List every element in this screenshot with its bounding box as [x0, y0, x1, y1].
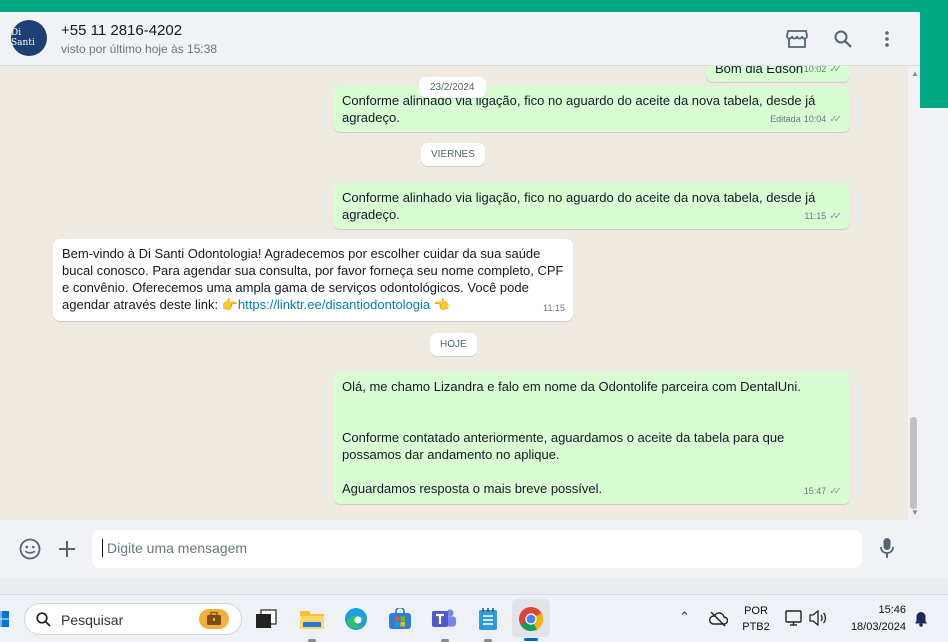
contact-avatar[interactable]: Di Santi	[11, 20, 47, 56]
message-time: 11:15	[804, 211, 827, 221]
scroll-up-arrow-icon[interactable]: ▲	[911, 69, 919, 78]
notepad-icon[interactable]	[473, 604, 503, 634]
onedrive-offline-icon[interactable]	[708, 611, 729, 632]
message-time: 11:15	[543, 303, 565, 313]
message-input[interactable]: Digite uma mensagem	[92, 530, 862, 568]
taskbar-search-box[interactable]: Pesquisar	[24, 603, 242, 635]
windows-start-icon[interactable]	[0, 604, 12, 634]
search-icon[interactable]	[832, 28, 854, 50]
message-text: Bom dia Edson	[715, 66, 804, 76]
notification-bell-icon[interactable]	[914, 611, 928, 632]
taskbar-search-label: Pesquisar	[61, 612, 124, 628]
network-icon[interactable]	[785, 610, 803, 631]
volume-icon[interactable]	[808, 609, 828, 631]
message-text: Conforme alinhado via ligação, fico no a…	[342, 190, 816, 222]
double-check-icon: ✓✓	[829, 66, 842, 75]
message-text: Conforme alinhado via ligação, fico no a…	[342, 93, 816, 125]
chrome-icon[interactable]	[516, 604, 546, 634]
avatar-logo-text: Di Santi	[11, 28, 35, 48]
keyboard-layout[interactable]: PTB2	[741, 621, 771, 633]
focused-app-indicator	[524, 638, 538, 641]
message-paragraph: Conforme contatado anteriormente, aguard…	[342, 430, 785, 462]
emoji-icon[interactable]	[19, 538, 41, 565]
message-meta: 10:02 ✓✓	[804, 66, 842, 78]
message-time: 10:04	[803, 114, 827, 124]
right-side-pane	[920, 12, 948, 594]
clock-time[interactable]: 15:46	[842, 604, 906, 616]
double-check-icon: ✓✓	[829, 114, 842, 125]
chevron-up-icon[interactable]: ⌃	[679, 609, 690, 625]
message-meta: Editada 10:04 ✓✓	[770, 111, 842, 128]
teams-icon[interactable]	[429, 604, 459, 634]
chat-messages-area[interactable]: Bom dia Edson 10:02 ✓✓ Conforme alinhado …	[0, 66, 920, 520]
message-time: 15:47	[803, 486, 827, 496]
message-paragraph: Aguardamos resposta o mais breve possíve…	[342, 481, 603, 496]
double-check-icon: ✓✓	[829, 486, 842, 497]
message-bubble-outgoing-partial[interactable]: Bom dia Edson 10:02 ✓✓	[706, 66, 850, 82]
message-bubble-outgoing[interactable]: Olá, me chamo Lizandra e falo em nome da…	[333, 372, 850, 504]
message-meta: 11:15	[543, 300, 565, 317]
edited-label: Editada	[770, 114, 801, 124]
input-language[interactable]: POR	[741, 605, 771, 617]
store-icon[interactable]	[385, 604, 415, 634]
edge-icon[interactable]	[341, 604, 371, 634]
catalog-icon[interactable]	[786, 28, 808, 50]
windows-taskbar: Pesquisar ⌃ POR PTB2 15:46 18/03/2024	[0, 594, 948, 642]
message-bubble-outgoing[interactable]: Conforme alinhado via ligação, fico no a…	[333, 183, 850, 229]
briefcase-icon	[199, 609, 229, 629]
date-divider: HOJE	[430, 333, 477, 356]
chat-scrollbar-thumb[interactable]	[910, 417, 917, 509]
message-time: 10:02	[803, 66, 827, 74]
window-bottom-edge	[0, 578, 948, 594]
microphone-icon[interactable]	[879, 537, 895, 564]
date-divider: 23/2/2024	[419, 77, 486, 98]
attach-plus-icon[interactable]	[58, 540, 76, 563]
contact-name[interactable]: +55 11 2816-4202	[61, 22, 182, 39]
message-meta: 15:47 ✓✓	[804, 483, 842, 500]
chat-header[interactable]: Di Santi +55 11 2816-4202 visto por últi…	[0, 12, 920, 66]
menu-icon[interactable]	[876, 28, 898, 50]
message-blank-lines	[342, 395, 842, 429]
message-meta: 11:15 ✓✓	[804, 208, 842, 225]
last-seen-status: visto por último hoje às 15:38	[61, 42, 218, 56]
clock-date[interactable]: 18/03/2024	[842, 621, 906, 633]
search-icon	[36, 612, 51, 627]
message-bubble-incoming[interactable]: Bem-vindo à Di Santi Odontologia! Agrade…	[53, 239, 573, 321]
message-link[interactable]: https://linktr.ee/disantiodontologia	[238, 297, 430, 312]
task-view-icon[interactable]	[251, 604, 281, 634]
message-bubble-outgoing[interactable]: Conforme alinhado via ligação, fico no a…	[333, 86, 850, 132]
file-explorer-icon[interactable]	[297, 604, 327, 634]
scroll-down-arrow-icon[interactable]: ▼	[911, 508, 919, 517]
message-paragraph: Olá, me chamo Lizandra e falo em nome da…	[342, 379, 801, 394]
date-divider: VIERNES	[421, 143, 485, 166]
message-text-end: 👈	[433, 297, 450, 312]
double-check-icon: ✓✓	[829, 211, 842, 222]
right-accent-strip	[920, 12, 948, 108]
app-top-accent-bar	[0, 0, 948, 12]
text-caret	[102, 539, 103, 557]
message-composer: Digite uma mensagem	[0, 520, 920, 578]
